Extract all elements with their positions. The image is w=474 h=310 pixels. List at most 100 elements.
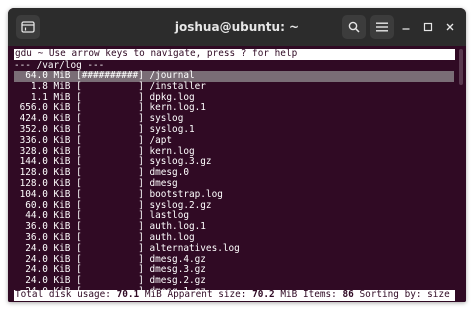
search-button[interactable] (342, 15, 366, 39)
row-unit: MiB (47, 91, 77, 103)
row-usage-bar: [##########] (76, 70, 150, 81)
row-size: 24.0 (14, 275, 48, 287)
row-size: 328.0 (14, 145, 48, 157)
row-unit: KiB (47, 199, 77, 211)
row-unit: KiB (47, 210, 77, 222)
row-size: 352.0 (14, 124, 48, 135)
row-size: 144.0 (14, 156, 48, 168)
hamburger-menu-icon (376, 22, 388, 32)
row-name: alternatives.log (149, 242, 240, 254)
row-size: 424.0 (14, 113, 48, 125)
row-usage-bar: [ ] (76, 253, 150, 265)
row-unit: KiB (47, 102, 77, 114)
row-name: auth.log.1 (149, 221, 206, 233)
close-button[interactable] (442, 19, 458, 35)
row-unit: KiB (47, 178, 77, 189)
row-unit: KiB (47, 275, 77, 287)
row-unit: KiB (47, 113, 77, 125)
search-icon (348, 21, 360, 33)
terminal-tab-icon (21, 21, 35, 33)
row-name: /apt (149, 134, 173, 146)
new-tab-button[interactable] (16, 15, 40, 39)
row-name: syslog.2.gz (149, 199, 212, 211)
row-size: 24.0 (14, 242, 48, 254)
row-name: kern.log (149, 145, 195, 157)
row-usage-bar: [ ] (76, 199, 150, 211)
row-unit: KiB (47, 167, 77, 179)
row-size: 656.0 (14, 102, 48, 114)
row-size: 104.0 (14, 188, 48, 200)
apparent-value: 70.2 (252, 290, 275, 300)
row-name: bootstrap.log (149, 188, 223, 200)
status-bar: Total disk usage: 70.1 MiB Apparent size… (14, 290, 455, 301)
terminal-area[interactable]: gdu ~ Use arrow keys to navigate, press … (8, 46, 466, 302)
row-size: 36.0 (14, 232, 48, 243)
row-usage-bar: [ ] (76, 124, 150, 135)
row-name: dmesg.2.gz (149, 275, 206, 287)
row-usage-bar: [ ] (76, 242, 150, 254)
row-usage-bar: [ ] (76, 134, 150, 146)
row-usage-bar: [ ] (76, 167, 150, 179)
row-usage-bar: [ ] (76, 264, 150, 276)
row-unit: KiB (47, 134, 77, 146)
row-usage-bar: [ ] (76, 80, 150, 92)
row-name: dmesg.4.gz (149, 253, 206, 265)
row-usage-bar: [ ] (76, 145, 150, 157)
title-bar: joshua@ubuntu: ~ (8, 8, 466, 46)
minimize-icon (402, 28, 410, 30)
row-name: /journal (149, 70, 195, 81)
help-bar: gdu ~ Use arrow keys to navigate, press … (14, 48, 455, 60)
row-size: 36.0 (14, 221, 48, 233)
maximize-icon (423, 22, 433, 32)
items-label: Items: (302, 290, 337, 300)
row-size: 128.0 (14, 178, 48, 189)
row-name: dmesg.3.gz (149, 264, 206, 276)
row-usage-bar: [ ] (76, 188, 150, 200)
row-size: 24.0 (14, 253, 48, 265)
row-usage-bar: [ ] (76, 232, 150, 243)
row-usage-bar: [ ] (76, 221, 150, 233)
row-unit: KiB (47, 253, 77, 265)
row-size: 60.0 (14, 199, 48, 211)
row-size: 64.0 (14, 70, 48, 81)
total-value: 70.1 (116, 290, 140, 300)
minimize-button[interactable] (398, 19, 414, 35)
row-unit: KiB (47, 145, 77, 157)
row-name: dmesg (149, 178, 178, 189)
close-icon (446, 23, 454, 31)
row-name: kern.log.1 (149, 102, 206, 114)
total-label: Total disk usage: (15, 290, 111, 300)
row-size: 128.0 (14, 167, 48, 179)
row-unit: KiB (47, 232, 77, 243)
terminal-window: joshua@ubuntu: ~ gdu ~ Use arrow keys to… (8, 8, 466, 302)
row-usage-bar: [ ] (76, 156, 150, 168)
row-unit: KiB (47, 188, 77, 200)
row-name: dpkg.log (149, 91, 195, 103)
sort-text: Sorting by: size desc (359, 290, 450, 300)
row-unit: MiB (47, 80, 77, 92)
row-name: auth.log (149, 232, 195, 243)
row-usage-bar: [ ] (76, 275, 150, 287)
row-name: dmesg.0 (149, 167, 189, 179)
row-usage-bar: [ ] (76, 178, 150, 189)
row-size: 44.0 (14, 210, 48, 222)
row-usage-bar: [ ] (76, 102, 150, 114)
row-name: /installer (149, 80, 206, 92)
row-size: 1.8 (14, 80, 48, 92)
row-usage-bar: [ ] (76, 91, 150, 103)
row-unit: KiB (47, 242, 77, 254)
scrollbar[interactable] (459, 49, 463, 85)
row-name: syslog.1 (149, 124, 195, 135)
row-name: lastlog (149, 210, 189, 222)
row-unit: KiB (47, 156, 77, 168)
apparent-unit: MiB (280, 290, 298, 300)
row-name: syslog.3.gz (149, 156, 212, 168)
row-size: 336.0 (14, 134, 48, 146)
row-name: syslog (149, 113, 184, 125)
maximize-button[interactable] (420, 19, 436, 35)
menu-button[interactable] (370, 15, 394, 39)
row-size: 1.1 (14, 91, 48, 103)
row-unit: KiB (47, 264, 77, 276)
items-value: 86 (342, 290, 354, 300)
row-unit: KiB (47, 221, 77, 233)
